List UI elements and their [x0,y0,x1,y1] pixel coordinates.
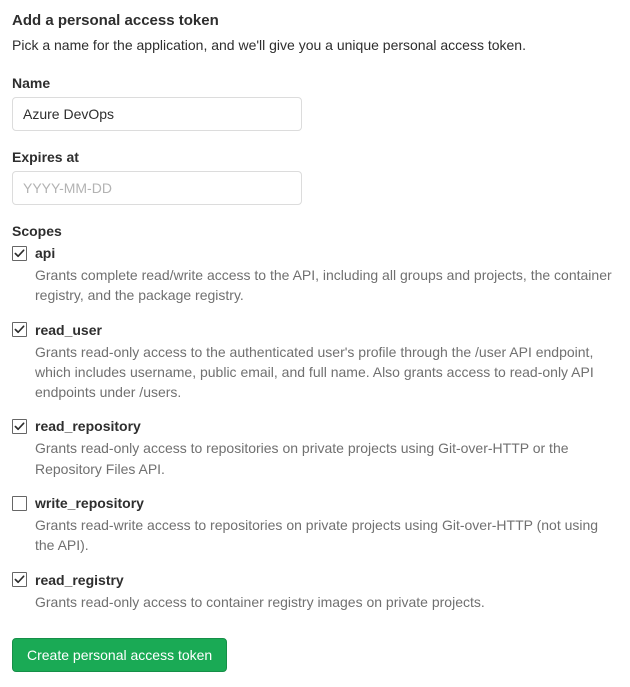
scope-description: Grants read-write access to repositories… [35,515,618,556]
scope-row-read_registry: read_registry Grants read-only access to … [12,572,618,612]
scope-header: read_registry [12,572,618,588]
scope-row-read_repository: read_repository Grants read-only access t… [12,418,618,479]
scopes-label: Scopes [12,223,618,239]
scope-checkbox-read_repository[interactable] [12,419,27,434]
scope-checkbox-api[interactable] [12,246,27,261]
scope-checkbox-write_repository[interactable] [12,496,27,511]
scope-description: Grants read-only access to the authentic… [35,342,618,403]
scope-description: Grants read-only access to repositories … [35,438,618,479]
expires-field-group: Expires at [12,149,618,205]
scope-name-label: read_repository [35,418,141,434]
scope-header: api [12,245,618,261]
scopes-list: api Grants complete read/write access to … [12,245,618,612]
create-token-button[interactable]: Create personal access token [12,638,227,672]
expires-input[interactable] [12,171,302,205]
name-input[interactable] [12,97,302,131]
scope-name-label: write_repository [35,495,144,511]
scope-header: read_repository [12,418,618,434]
page-heading: Add a personal access token [12,12,618,29]
expires-label: Expires at [12,149,618,165]
scope-name-label: read_user [35,322,102,338]
scope-description: Grants read-only access to container reg… [35,592,618,612]
scope-name-label: api [35,245,55,261]
scope-checkbox-read_registry[interactable] [12,572,27,587]
scope-row-read_user: read_user Grants read-only access to the … [12,322,618,403]
name-label: Name [12,75,618,91]
scope-row-write_repository: write_repository Grants read-write access… [12,495,618,556]
scope-row-api: api Grants complete read/write access to … [12,245,618,306]
name-field-group: Name [12,75,618,131]
scope-description: Grants complete read/write access to the… [35,265,618,306]
scope-header: read_user [12,322,618,338]
scope-checkbox-read_user[interactable] [12,322,27,337]
scope-name-label: read_registry [35,572,124,588]
scope-header: write_repository [12,495,618,511]
page-subtext: Pick a name for the application, and we'… [12,37,618,53]
